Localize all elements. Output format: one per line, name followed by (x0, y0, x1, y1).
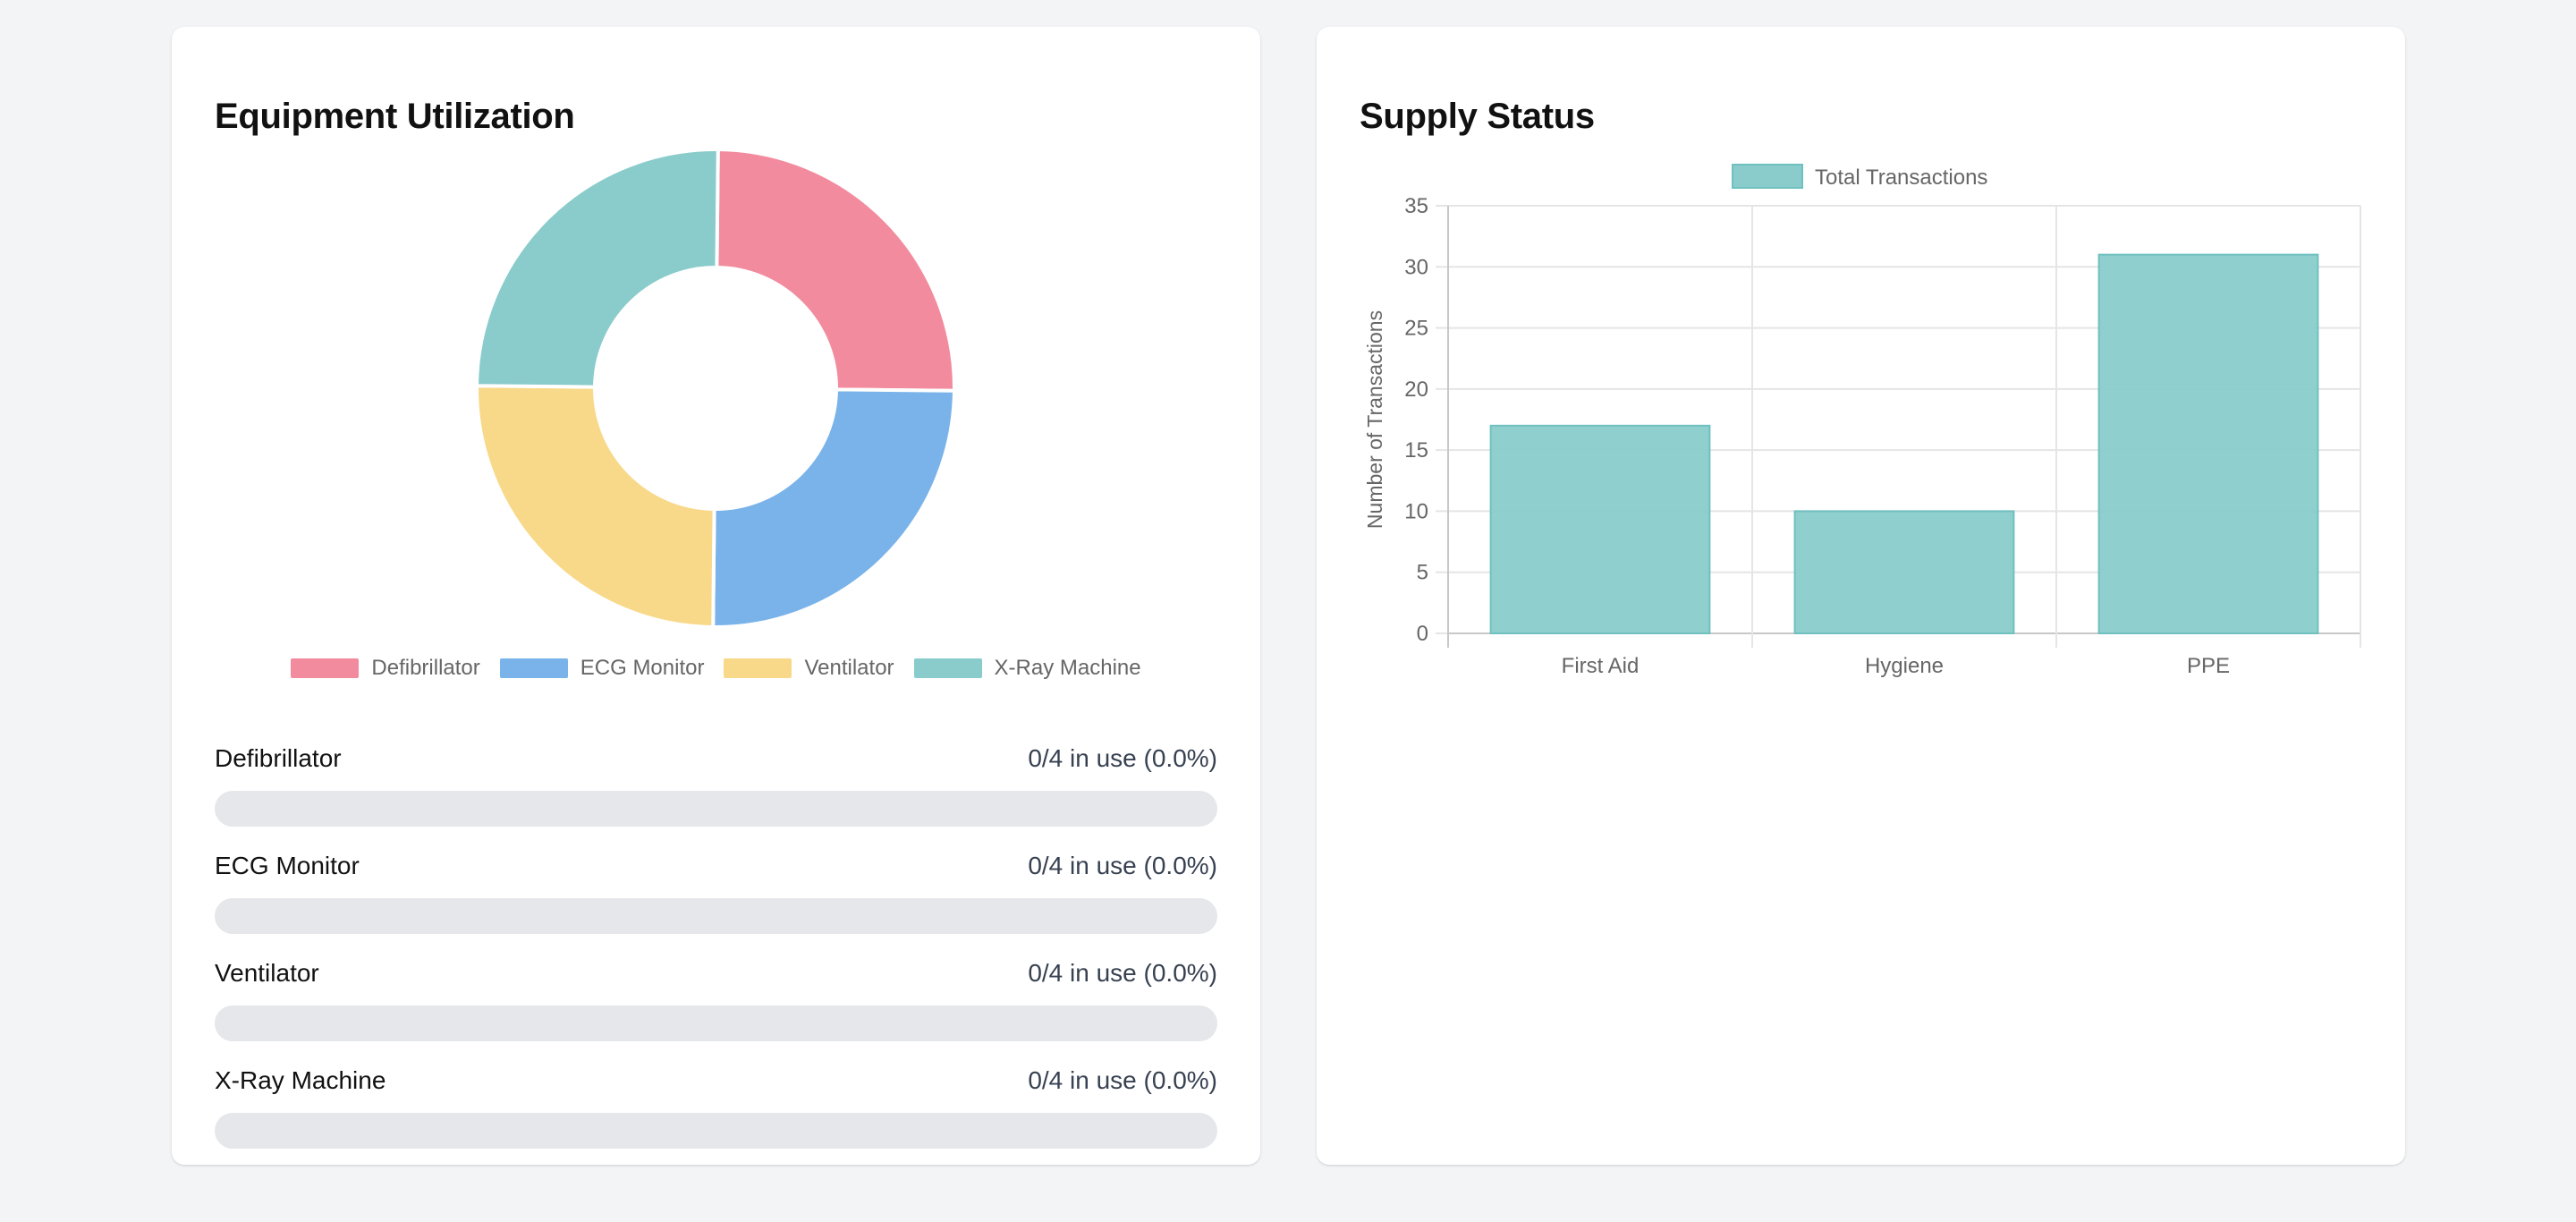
y-tick-label: 5 (1417, 561, 1428, 585)
y-tick-label: 10 (1404, 499, 1428, 523)
donut-slice-x-ray-machine[interactable] (474, 148, 720, 389)
equipment-chart-legend: Defibrillator ECG Monitor Ventilator X-Ray … (172, 656, 1260, 681)
donut-slice-defibrillator[interactable] (715, 147, 956, 393)
equipment-donut-chart (474, 147, 957, 630)
legend-label: Total Transactions (1815, 165, 1987, 190)
legend-item-ventilator[interactable]: Ventilator (724, 656, 894, 681)
legend-label: X-Ray Machine (994, 656, 1141, 680)
bar-hygiene[interactable] (1793, 510, 2015, 635)
supply-bar-chart: 0 5 10 15 20 25 30 35 First Aid Hygiene PPE Number … (1363, 164, 2361, 678)
legend-swatch (1732, 164, 1803, 189)
donut-slice-ecg-monitor[interactable] (711, 387, 957, 629)
utilization-progress-bar (215, 1113, 1217, 1149)
utilization-item-defibrillator: Defibrillator 0/4 in use (0.0%) (215, 739, 1217, 846)
utilization-item-ventilator: Ventilator 0/4 in use (0.0%) (215, 954, 1217, 1061)
utilization-stat: 0/4 in use (0.0%) (1028, 852, 1217, 879)
legend-swatch (291, 658, 360, 678)
utilization-label: Defibrillator (215, 744, 342, 772)
donut-slice-ventilator[interactable] (475, 384, 716, 630)
utilization-label: Ventilator (215, 959, 319, 987)
utilization-item-x-ray-machine: X-Ray Machine 0/4 in use (0.0%) (215, 1061, 1217, 1168)
utilization-item-ecg-monitor: ECG Monitor 0/4 in use (0.0%) (215, 846, 1217, 954)
legend-item-defibrillator[interactable]: Defibrillator (291, 656, 480, 681)
legend-swatch (499, 658, 568, 678)
legend-label: ECG Monitor (580, 656, 705, 680)
utilization-stat: 0/4 in use (0.0%) (1028, 744, 1217, 772)
legend-label: Defibrillator (371, 656, 480, 680)
utilization-progress-bar (215, 791, 1217, 827)
y-axis-label: Number of Transactions (1363, 310, 1386, 529)
utilization-label: X-Ray Machine (215, 1066, 386, 1094)
utilization-stat: 0/4 in use (0.0%) (1028, 959, 1217, 987)
y-tick-label: 15 (1404, 438, 1428, 462)
legend-item-ecg-monitor[interactable]: ECG Monitor (499, 656, 705, 681)
utilization-label: ECG Monitor (215, 852, 360, 879)
y-tick-label: 35 (1404, 194, 1428, 218)
equipment-utilization-list: Defibrillator 0/4 in use (0.0%) ECG Monito… (215, 739, 1217, 1168)
y-tick-label: 0 (1417, 622, 1428, 646)
legend-swatch (724, 658, 792, 678)
legend-swatch (913, 658, 982, 678)
y-tick-label: 20 (1404, 378, 1428, 402)
legend-item-x-ray-machine[interactable]: X-Ray Machine (913, 656, 1141, 681)
utilization-progress-bar (215, 1006, 1217, 1041)
y-tick-label: 30 (1404, 255, 1428, 279)
y-tick-label: 25 (1404, 317, 1428, 341)
utilization-progress-bar (215, 898, 1217, 934)
utilization-stat: 0/4 in use (0.0%) (1028, 1066, 1217, 1094)
legend-label: Ventilator (804, 656, 894, 680)
x-tick-label: Hygiene (1865, 654, 1944, 678)
bar-chart-legend-item[interactable]: Total Transactions (1732, 164, 1987, 190)
supply-status-card: Supply Status 0 5 10 15 20 25 30 35 First Aid Hyg… (1317, 27, 2405, 1165)
equipment-utilization-card: Equipment Utilization Defibrillator ECG M… (172, 27, 1260, 1165)
bar-ppe[interactable] (2097, 253, 2319, 634)
bar-first-aid[interactable] (1489, 424, 1711, 635)
x-tick-label: First Aid (1562, 654, 1640, 678)
x-tick-label: PPE (2187, 654, 2230, 678)
